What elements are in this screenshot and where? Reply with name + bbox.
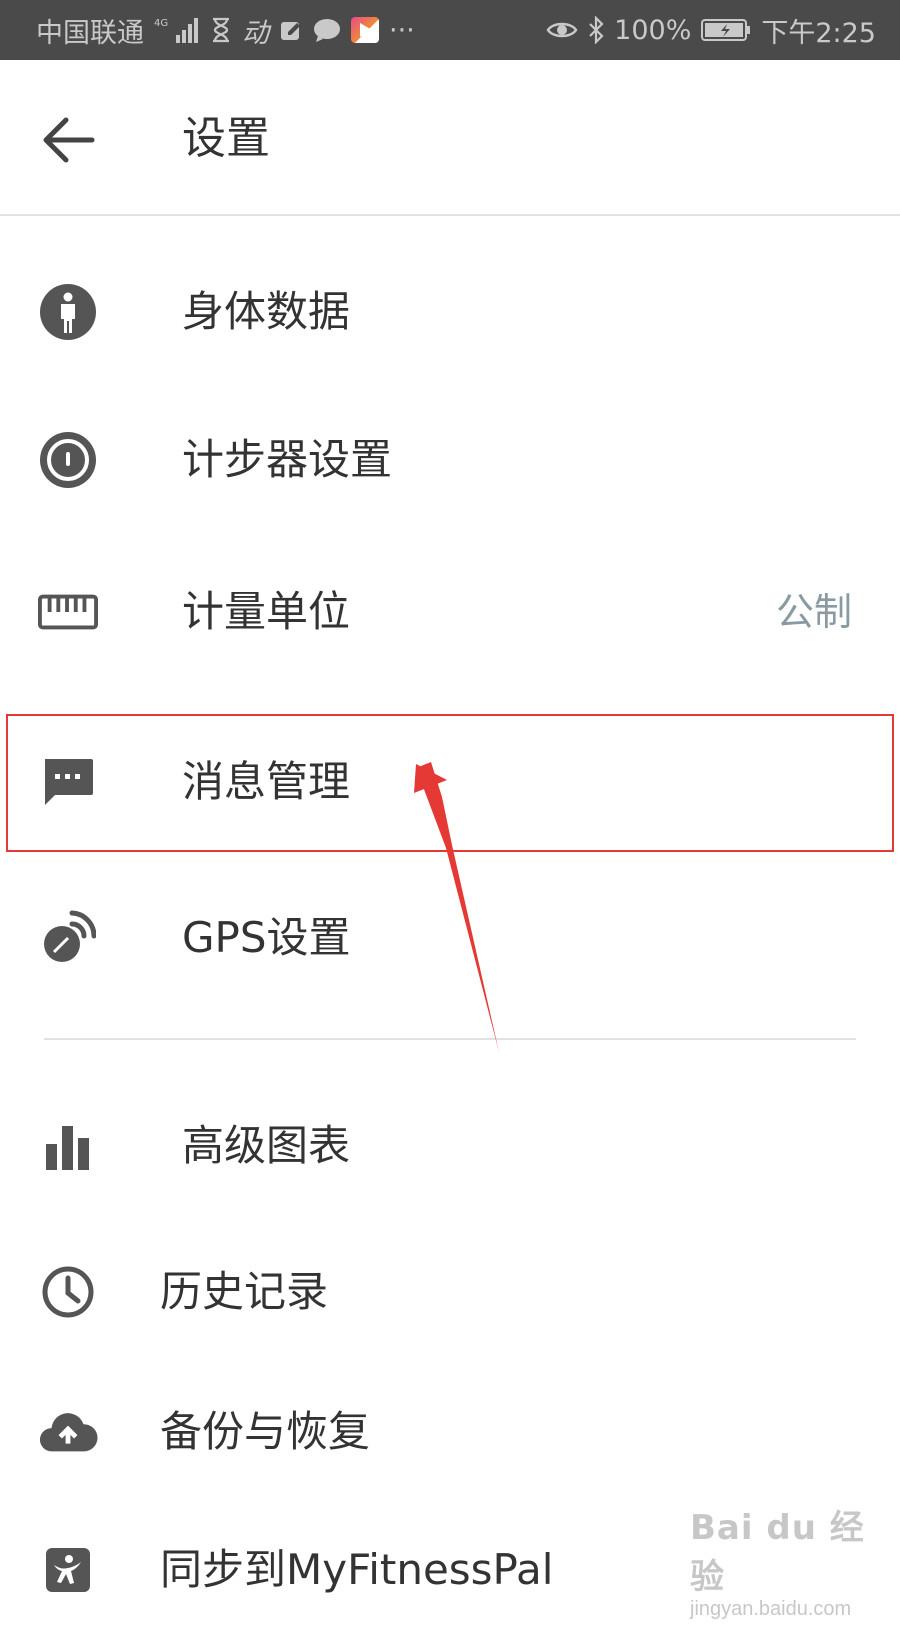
network-type: 4G: [154, 18, 168, 29]
battery-icon: [701, 18, 751, 42]
carrier-label: 中国联通: [36, 17, 144, 49]
settings-item-label: 备份与恢复: [160, 1407, 371, 1456]
myfitnesspal-icon: [38, 1540, 98, 1600]
status-bar: 中国联通 4G 动 ··· 100% 下午2:25: [0, 0, 900, 60]
chat-bubble-icon: [313, 18, 341, 42]
watermark-logo: Bai du 经验: [690, 1508, 865, 1597]
app-bar: 设置: [0, 60, 900, 216]
settings-item-history[interactable]: 历史记录: [0, 1222, 900, 1362]
back-arrow-icon: [43, 117, 95, 163]
settings-item-units[interactable]: 计量单位 公制: [0, 542, 900, 682]
settings-item-label: 高级图表: [182, 1121, 351, 1170]
bar-chart-icon: [38, 1116, 98, 1176]
settings-item-label: 计量单位: [182, 587, 351, 636]
video-app-icon: [351, 17, 379, 43]
settings-item-backup-restore[interactable]: 备份与恢复: [0, 1362, 900, 1502]
cloud-upload-icon: [38, 1402, 98, 1462]
app-notification-text: 动: [242, 17, 269, 49]
hourglass-icon: [210, 17, 232, 43]
section-divider: [44, 1038, 856, 1040]
settings-item-body-data[interactable]: 身体数据: [0, 242, 900, 382]
clock-time: 下午2:25: [761, 17, 876, 49]
units-value: 公制: [775, 590, 852, 634]
settings-item-label: 身体数据: [182, 287, 351, 336]
bluetooth-icon: [588, 16, 604, 44]
settings-item-pedometer[interactable]: 计步器设置: [0, 390, 900, 530]
battery-percent: 100%: [614, 14, 692, 46]
pedometer-icon: [38, 430, 98, 490]
settings-item-label: 历史记录: [160, 1267, 329, 1316]
edit-icon: [279, 18, 303, 42]
clock-icon: [38, 1262, 98, 1322]
settings-item-message-management[interactable]: 消息管理: [0, 712, 900, 852]
settings-item-advanced-charts[interactable]: 高级图表: [0, 1076, 900, 1216]
more-notifications: ···: [389, 14, 415, 46]
settings-item-gps[interactable]: GPS设置: [0, 868, 900, 1008]
ruler-icon: [38, 582, 98, 642]
settings-item-label: 消息管理: [182, 757, 351, 806]
gps-icon: [38, 908, 98, 968]
watermark: Bai du 经验 jingyan.baidu.com: [690, 1500, 890, 1620]
settings-item-label: 计步器设置: [182, 435, 393, 484]
page-title: 设置: [182, 113, 270, 164]
settings-item-label: 同步到MyFitnessPal: [160, 1545, 554, 1594]
watermark-url: jingyan.baidu.com: [690, 1598, 852, 1620]
eye-icon: [546, 19, 578, 41]
message-icon: [38, 752, 98, 812]
back-button[interactable]: [30, 102, 106, 178]
person-icon: [38, 282, 98, 342]
settings-item-label: GPS设置: [182, 913, 351, 962]
signal-icon: 4G: [154, 15, 200, 45]
